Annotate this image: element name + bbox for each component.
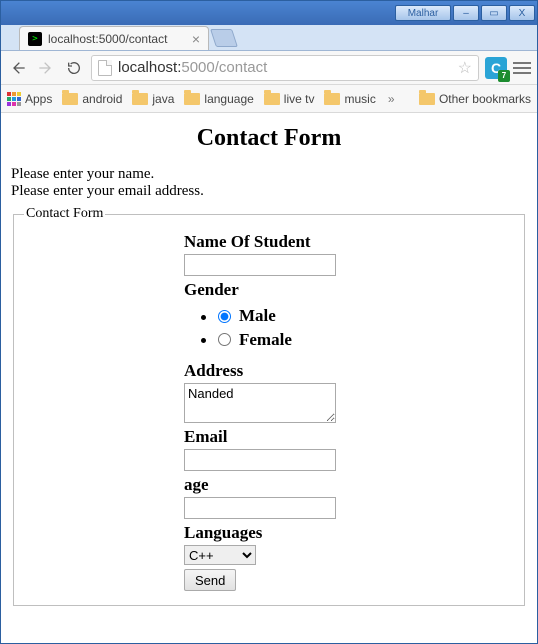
new-tab-button[interactable] [210,29,238,47]
terminal-icon [28,32,42,46]
browser-window: Malhar – ▭ X localhost:5000/contact × lo… [0,0,538,644]
gender-male-radio[interactable] [218,310,231,323]
bookmark-label: live tv [284,92,315,106]
error-message: Please enter your email address. [11,183,527,200]
gender-male-option[interactable]: Male [218,306,276,326]
address-bar[interactable]: localhost:5000/contact ☆ [91,55,479,81]
tab-title: localhost:5000/contact [48,32,167,46]
page-title: Contact Form [11,125,527,152]
address-input[interactable]: Nanded [184,383,336,423]
address-label: Address [184,361,514,381]
gender-male-label: Male [239,306,276,326]
folder-icon [62,93,78,105]
user-profile-button[interactable]: Malhar [395,5,451,21]
folder-icon [132,93,148,105]
list-item: Male [218,306,514,328]
bookmark-folder-android[interactable]: android [62,92,122,106]
folder-icon [419,93,435,105]
arrow-right-icon [38,60,54,76]
apps-label: Apps [25,92,52,106]
age-label: age [184,475,514,495]
bookmark-folder-livetv[interactable]: live tv [264,92,315,106]
form-body: Name Of Student Gender Male Female [184,232,514,591]
extension-badge: 7 [498,70,510,82]
other-bookmarks-button[interactable]: Other bookmarks [419,92,531,106]
titlebar-buttons: Malhar – ▭ X [395,5,535,21]
tab-close-button[interactable]: × [192,32,200,46]
bookmark-label: Other bookmarks [439,92,531,106]
bookmark-label: java [152,92,174,106]
age-input[interactable] [184,497,336,519]
bookmark-folder-music[interactable]: music [324,92,375,106]
contact-form-fieldset: Contact Form Name Of Student Gender Male [13,206,525,606]
languages-label: Languages [184,523,514,543]
error-message: Please enter your name. [11,166,527,183]
bookmark-label: android [82,92,122,106]
url-path: 5000/contact [181,59,267,76]
apps-button[interactable]: Apps [7,92,52,106]
hamburger-menu-button[interactable] [513,59,531,77]
folder-icon [324,93,340,105]
browser-toolbar: localhost:5000/contact ☆ C 7 [1,51,537,85]
gender-female-option[interactable]: Female [218,330,292,350]
folder-icon [264,93,280,105]
tab-strip: localhost:5000/contact × [1,25,537,51]
gender-female-radio[interactable] [218,333,231,346]
reload-icon [66,60,82,76]
bookmark-folder-java[interactable]: java [132,92,174,106]
window-minimize-button[interactable]: – [453,5,479,21]
bookmark-folder-language[interactable]: language [184,92,253,106]
arrow-left-icon [10,60,26,76]
gender-label: Gender [184,280,514,300]
send-button[interactable]: Send [184,569,236,591]
browser-tab[interactable]: localhost:5000/contact × [19,26,209,50]
name-label: Name Of Student [184,232,514,252]
fieldset-legend: Contact Form [24,206,105,222]
url-text: localhost:5000/contact [118,59,267,76]
folder-icon [184,93,200,105]
page-content: Contact Form Please enter your name. Ple… [1,113,537,616]
apps-icon [7,92,21,106]
email-label: Email [184,427,514,447]
bookmarks-bar: Apps android java language live tv music… [1,85,537,113]
gender-female-label: Female [239,330,292,350]
bookmark-label: language [204,92,253,106]
window-titlebar: Malhar – ▭ X [1,1,537,25]
reload-button[interactable] [63,57,85,79]
page-icon [98,60,112,76]
list-item: Female [218,330,514,352]
bookmark-label: music [344,92,375,106]
languages-select[interactable]: C++ [184,545,256,565]
forward-button[interactable] [35,57,57,79]
bookmarks-overflow-button[interactable]: » [386,92,397,106]
gender-options: Male Female [184,306,514,351]
window-maximize-button[interactable]: ▭ [481,5,507,21]
email-input[interactable] [184,449,336,471]
bookmark-star-icon[interactable]: ☆ [458,58,472,78]
extension-button[interactable]: C 7 [485,57,507,79]
window-close-button[interactable]: X [509,5,535,21]
url-host: localhost: [118,59,181,76]
back-button[interactable] [7,57,29,79]
name-input[interactable] [184,254,336,276]
